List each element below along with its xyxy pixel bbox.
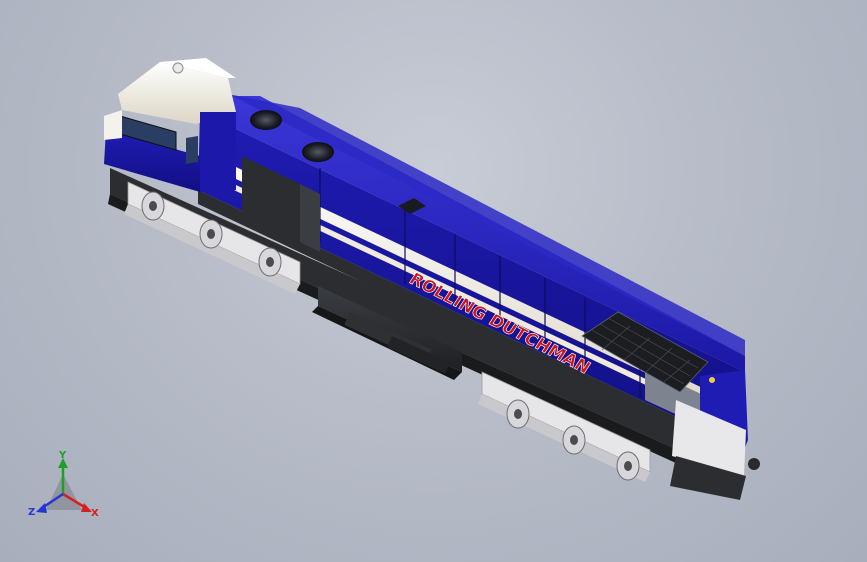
coordinate-triad[interactable]: Y X Z <box>28 450 99 519</box>
locomotive-3d-model[interactable]: ROLLING DUTCHMAN Y X Z <box>0 0 867 562</box>
cab <box>104 58 236 192</box>
x-axis-label: X <box>91 508 99 519</box>
headlight-icon <box>709 377 715 383</box>
graphics-viewport[interactable]: ROLLING DUTCHMAN Y X Z <box>0 0 867 562</box>
coupler-icon <box>748 458 760 470</box>
z-axis-label: Z <box>28 507 35 518</box>
horn-icon <box>172 62 184 74</box>
y-axis-label: Y <box>58 450 67 461</box>
